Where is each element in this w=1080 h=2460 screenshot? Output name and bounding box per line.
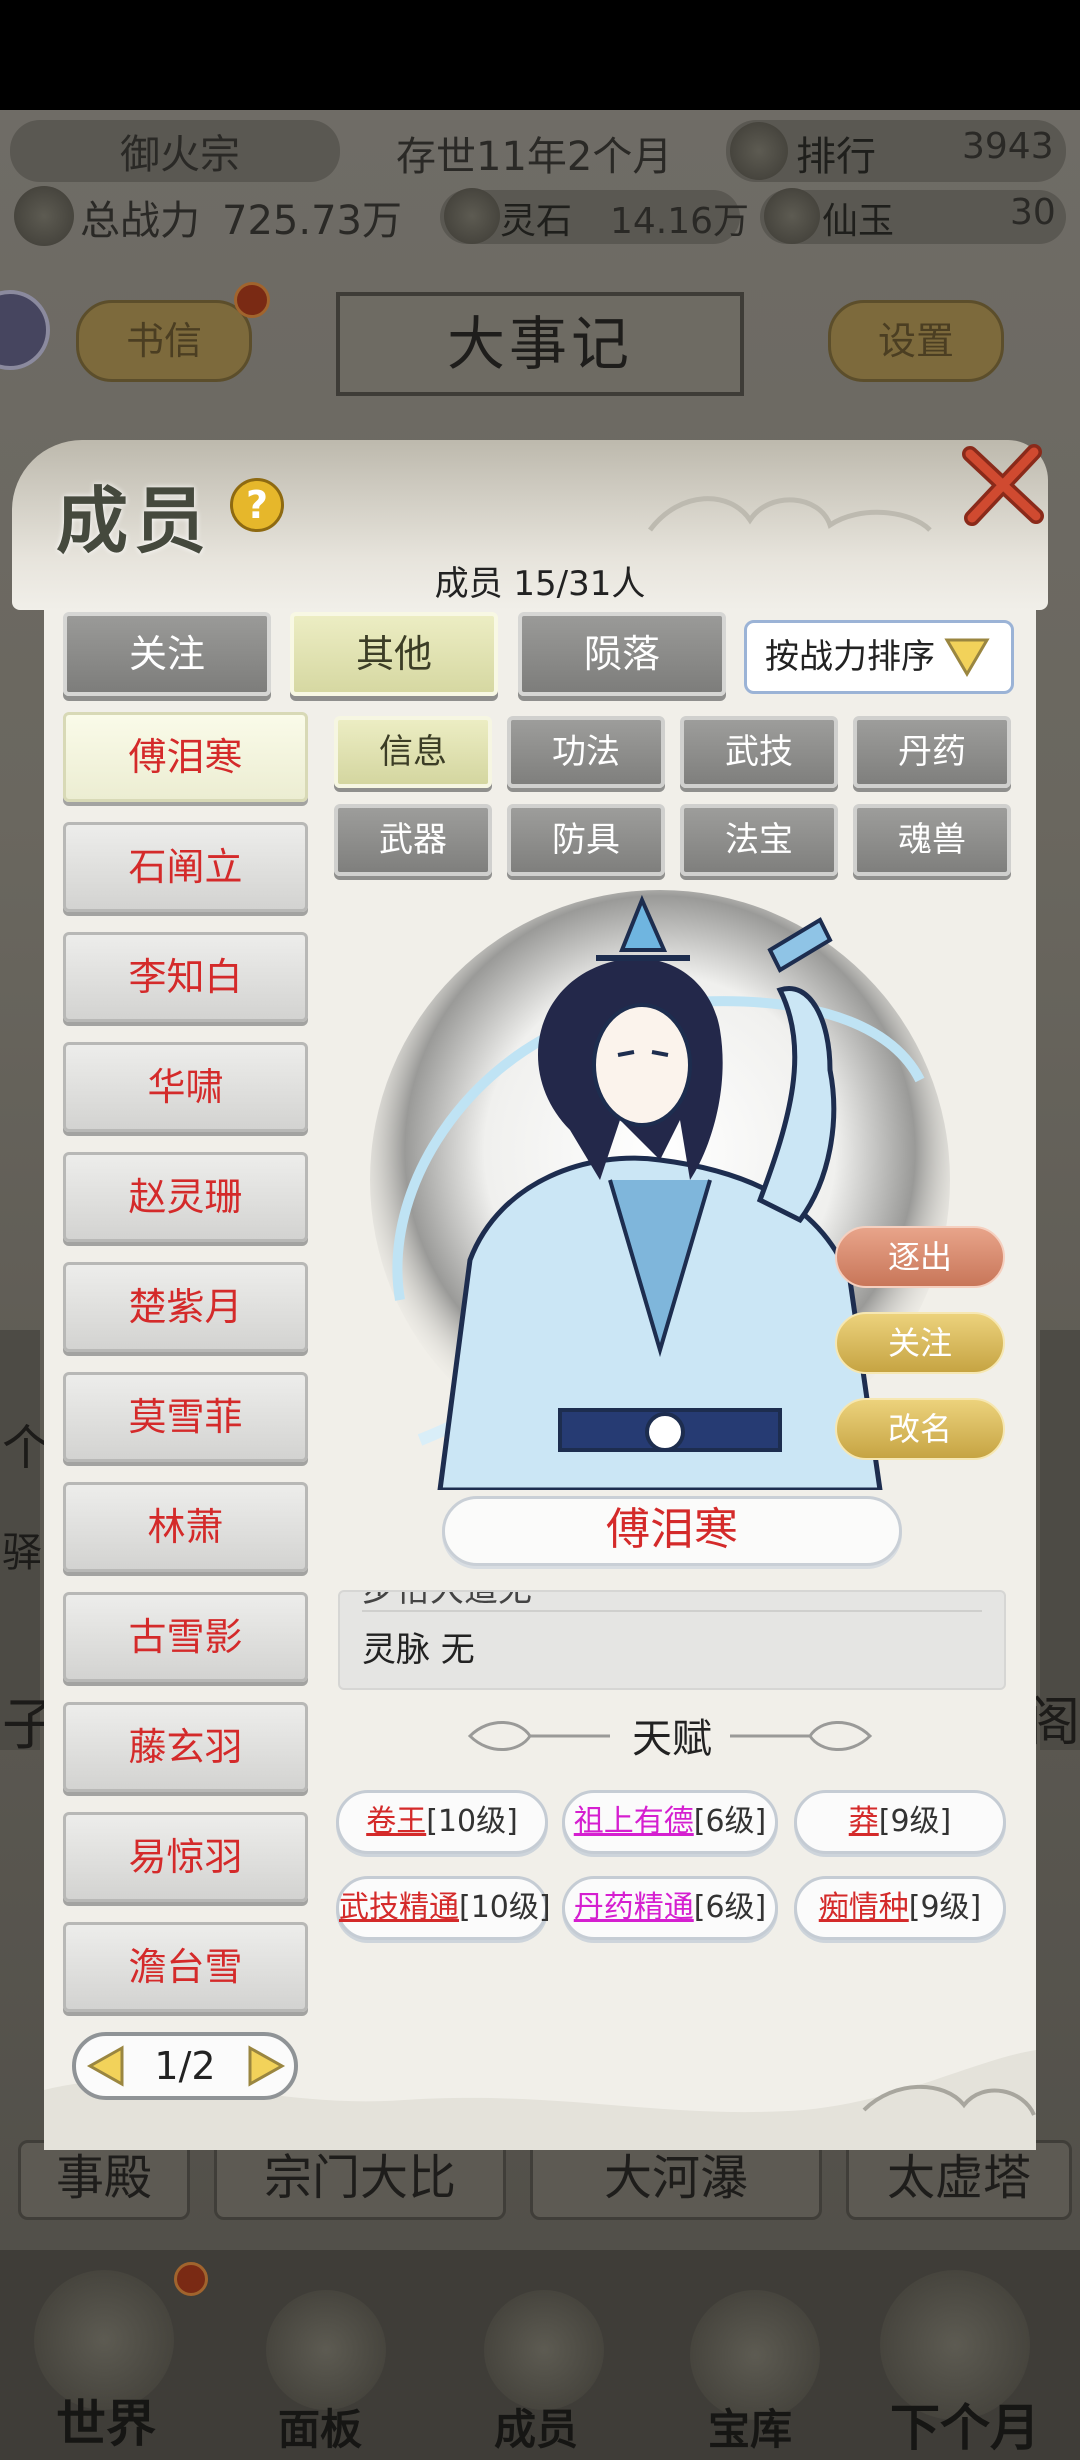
spirit-stone-label: 灵石 — [500, 201, 573, 242]
spirit-stone-value: 14.16万 — [610, 201, 750, 242]
tab-weapon[interactable]: 武器 — [334, 804, 492, 876]
next-month-label[interactable]: 下个月 — [890, 2388, 1040, 2460]
tab-fallen[interactable]: 陨落 — [518, 612, 726, 696]
tab-martial[interactable]: 武技 — [680, 716, 838, 788]
member-item-2[interactable]: 石阐立 — [63, 822, 308, 912]
member-item-5[interactable]: 赵灵珊 — [63, 1152, 308, 1242]
member-count: 成员 15/31人 — [434, 564, 646, 604]
info-clipped-line: 步怡大道无 — [362, 1590, 532, 1610]
power-icon — [14, 186, 74, 246]
expel-button[interactable]: 逐出 — [835, 1226, 1005, 1288]
jade-icon — [764, 188, 820, 244]
rank-icon — [730, 122, 788, 180]
spirit-vein-value: 灵脉 无 — [362, 1630, 475, 1670]
member-item-12[interactable]: 澹台雪 — [63, 1922, 308, 2012]
tab-beast[interactable]: 魂兽 — [853, 804, 1011, 876]
panel-icon[interactable] — [266, 2290, 386, 2410]
talent-item-3[interactable]: 莽[9级] — [794, 1790, 1006, 1854]
strip-item-river[interactable]: 大河瀑 — [530, 2140, 822, 2220]
spirit-stone-icon — [444, 188, 500, 244]
member-item-11[interactable]: 易惊羽 — [63, 1812, 308, 1902]
tab-follow[interactable]: 关注 — [63, 612, 271, 696]
member-item-6[interactable]: 楚紫月 — [63, 1262, 308, 1352]
cloud-decoration-top — [648, 496, 932, 532]
member-item-3[interactable]: 李知白 — [63, 932, 308, 1022]
chronicle-button[interactable]: 大事记 — [336, 292, 744, 396]
talent-item-4[interactable]: 武技精通[10级] — [336, 1876, 551, 1940]
tab-other[interactable]: 其他 — [290, 612, 498, 696]
member-item-8[interactable]: 林萧 — [63, 1482, 308, 1572]
tab-info[interactable]: 信息 — [334, 716, 492, 788]
rank-label: 排行 — [796, 134, 876, 180]
talent-item-1[interactable]: 卷王[10级] — [336, 1790, 548, 1854]
strip-item-tower[interactable]: 太虚塔 — [846, 2140, 1072, 2220]
side-text-left-a: 个 — [2, 1420, 51, 1476]
jade-value: 30 — [1010, 192, 1056, 233]
sect-name: 御火宗 — [120, 132, 240, 178]
member-item-7[interactable]: 莫雪菲 — [63, 1372, 308, 1462]
member-item-9[interactable]: 古雪影 — [63, 1592, 308, 1682]
power-label: 总战力 — [80, 198, 200, 244]
member-item-4[interactable]: 华啸 — [63, 1042, 308, 1132]
treasury-label[interactable]: 宝库 — [708, 2396, 792, 2457]
strip-item-sect-contest[interactable]: 宗门大比 — [214, 2140, 506, 2220]
letters-notification-dot — [234, 282, 270, 318]
letters-button[interactable]: 书信 — [76, 300, 252, 382]
previous-page-icon[interactable] — [86, 2044, 126, 2088]
info-divider — [362, 1610, 982, 1612]
world-notification-dot — [174, 2262, 208, 2296]
rank-value: 3943 — [962, 126, 1054, 167]
character-name: 傅泪寒 — [442, 1496, 902, 1566]
settings-button[interactable]: 设置 — [828, 300, 1004, 382]
follow-button[interactable]: 关注 — [835, 1312, 1005, 1374]
info-scroll-area[interactable]: 步怡大道无 灵脉 无 — [338, 1590, 1006, 1690]
world-label[interactable]: 世界 — [56, 2384, 156, 2456]
panel-label[interactable]: 面板 — [278, 2396, 362, 2457]
talent-title: 天赋 — [632, 1716, 712, 1762]
rename-button[interactable]: 改名 — [835, 1398, 1005, 1460]
panel-title: 成员 — [56, 478, 213, 563]
close-icon[interactable] — [958, 440, 1048, 530]
side-text-left-b: 驿 — [2, 1530, 42, 1576]
tab-technique[interactable]: 功法 — [507, 716, 665, 788]
sort-label: 按战力排序 — [765, 637, 935, 677]
jade-label: 仙玉 — [822, 201, 895, 242]
talent-item-5[interactable]: 丹药精通[6级] — [562, 1876, 778, 1940]
next-page-icon[interactable] — [246, 2044, 286, 2088]
chevron-down-icon[interactable] — [944, 636, 990, 678]
members-icon[interactable] — [484, 2290, 604, 2410]
help-icon[interactable]: ? — [230, 478, 284, 532]
power-value: 725.73万 — [222, 198, 402, 244]
tab-artifact[interactable]: 法宝 — [680, 804, 838, 876]
member-item-1[interactable]: 傅泪寒 — [63, 712, 308, 802]
member-list: 傅泪寒 石阐立 李知白 华啸 赵灵珊 楚紫月 莫雪菲 林萧 古雪影 藤玄羽 易惊… — [63, 712, 308, 2032]
talent-item-2[interactable]: 祖上有德[6级] — [562, 1790, 778, 1854]
strip-item-hall[interactable]: 事殿 — [18, 2140, 190, 2220]
tab-pill[interactable]: 丹药 — [853, 716, 1011, 788]
sect-age: 存世11年2个月 — [396, 134, 673, 180]
talent-item-6[interactable]: 痴情种[9级] — [794, 1876, 1006, 1940]
tab-armor[interactable]: 防具 — [507, 804, 665, 876]
members-label[interactable]: 成员 — [494, 2396, 578, 2457]
